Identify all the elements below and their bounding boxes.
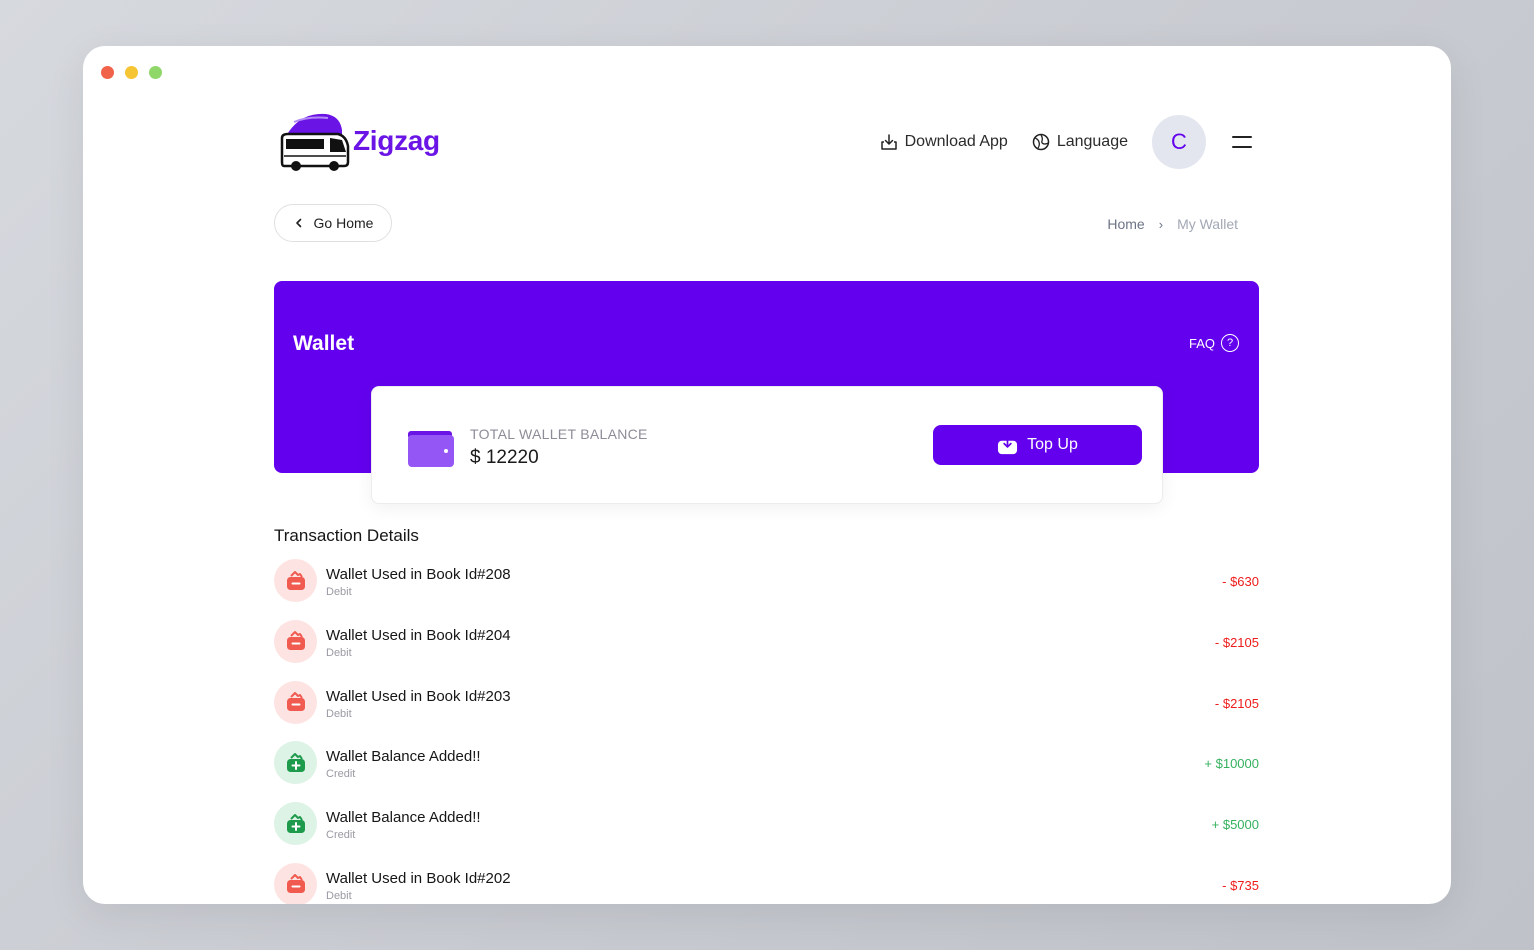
transaction-name: Wallet Used in Book Id#203 (326, 687, 511, 705)
go-home-label: Go Home (313, 215, 374, 231)
transaction-type: Debit (326, 646, 352, 659)
debit-wallet-icon (274, 619, 317, 663)
transaction-row[interactable]: Wallet Balance Added!! Credit + $5000 (274, 801, 1259, 862)
credit-wallet-icon (274, 741, 317, 785)
faq-link[interactable]: FAQ ? (1189, 334, 1239, 352)
transaction-row[interactable]: Wallet Used in Book Id#208 Debit - $630 (274, 558, 1259, 619)
faq-label: FAQ (1188, 335, 1215, 351)
transaction-type: Debit (326, 889, 352, 902)
transaction-amount: + $5000 (1211, 817, 1259, 833)
transaction-amount: - $630 (1222, 574, 1259, 589)
top-up-label: Top Up (1027, 436, 1078, 453)
header-nav: Download App Language C (880, 115, 1260, 169)
transaction-name: Wallet Balance Added!! (326, 748, 481, 766)
transaction-name: Wallet Balance Added!! (326, 809, 481, 827)
browser-window: Zigzag Download App Language C Go Home H… (83, 46, 1451, 904)
window-controls (101, 66, 162, 79)
balance-label: TOTAL WALLET BALANCE (470, 426, 648, 442)
wallet-topup-icon (998, 435, 1018, 454)
chevron-right-icon: › (1158, 216, 1164, 232)
brand-name: Zigzag (353, 125, 440, 156)
language-label: Language (1056, 133, 1128, 150)
transaction-name: Wallet Used in Book Id#202 (326, 869, 511, 887)
debit-wallet-icon (274, 862, 317, 904)
transaction-amount: - $2105 (1214, 695, 1259, 711)
transaction-type: Debit (326, 707, 352, 720)
transaction-amount: + $10000 (1204, 756, 1259, 772)
credit-wallet-icon (274, 802, 317, 846)
close-window-button[interactable] (101, 66, 114, 79)
transaction-row[interactable]: Wallet Used in Book Id#202 Debit - $735 (274, 862, 1259, 904)
debit-wallet-icon (274, 680, 317, 724)
globe-icon (1032, 133, 1050, 151)
top-up-button[interactable]: Top Up (933, 425, 1142, 465)
transaction-row[interactable]: Wallet Used in Book Id#203 Debit - $2105 (274, 680, 1259, 741)
transaction-type: Credit (326, 829, 356, 842)
transaction-name: Wallet Used in Book Id#204 (326, 626, 511, 644)
site-header: Zigzag Download App Language C (274, 110, 1260, 172)
hamburger-menu-icon[interactable] (1232, 136, 1252, 148)
download-icon (880, 134, 897, 150)
question-icon: ? (1221, 334, 1239, 352)
language-selector[interactable]: Language (1032, 133, 1128, 151)
transaction-row[interactable]: Wallet Balance Added!! Credit + $10000 (274, 740, 1259, 801)
breadcrumb: Home › My Wallet (1107, 216, 1238, 232)
transactions-title: Transaction Details (274, 526, 419, 545)
maximize-window-button[interactable] (149, 66, 162, 79)
transaction-list: Wallet Used in Book Id#208 Debit - $630 … (274, 558, 1259, 904)
bus-logo-icon (280, 110, 350, 172)
go-home-button[interactable]: Go Home (274, 204, 392, 242)
minimize-window-button[interactable] (125, 66, 138, 79)
transaction-type: Debit (326, 586, 352, 598)
transaction-type: Credit (326, 768, 356, 781)
transaction-amount: - $2105 (1214, 634, 1259, 650)
user-avatar[interactable]: C (1152, 115, 1206, 169)
balance-card: TOTAL WALLET BALANCE $ 12220 Top Up (371, 386, 1163, 504)
wallet-icon (408, 431, 454, 467)
transaction-name: Wallet Used in Book Id#208 (326, 566, 511, 583)
chevron-left-icon (295, 218, 301, 228)
download-app-link[interactable]: Download App (880, 133, 1008, 151)
breadcrumb-current: My Wallet (1177, 216, 1238, 232)
debit-wallet-icon (274, 559, 317, 602)
download-app-label: Download App (904, 133, 1008, 150)
brand-logo[interactable]: Zigzag (280, 110, 440, 172)
breadcrumb-home[interactable]: Home (1107, 216, 1144, 232)
transaction-amount: - $735 (1222, 877, 1259, 893)
wallet-title: Wallet (293, 332, 355, 355)
transaction-row[interactable]: Wallet Used in Book Id#204 Debit - $2105 (274, 619, 1259, 680)
balance-value: $ 12220 (470, 447, 539, 468)
